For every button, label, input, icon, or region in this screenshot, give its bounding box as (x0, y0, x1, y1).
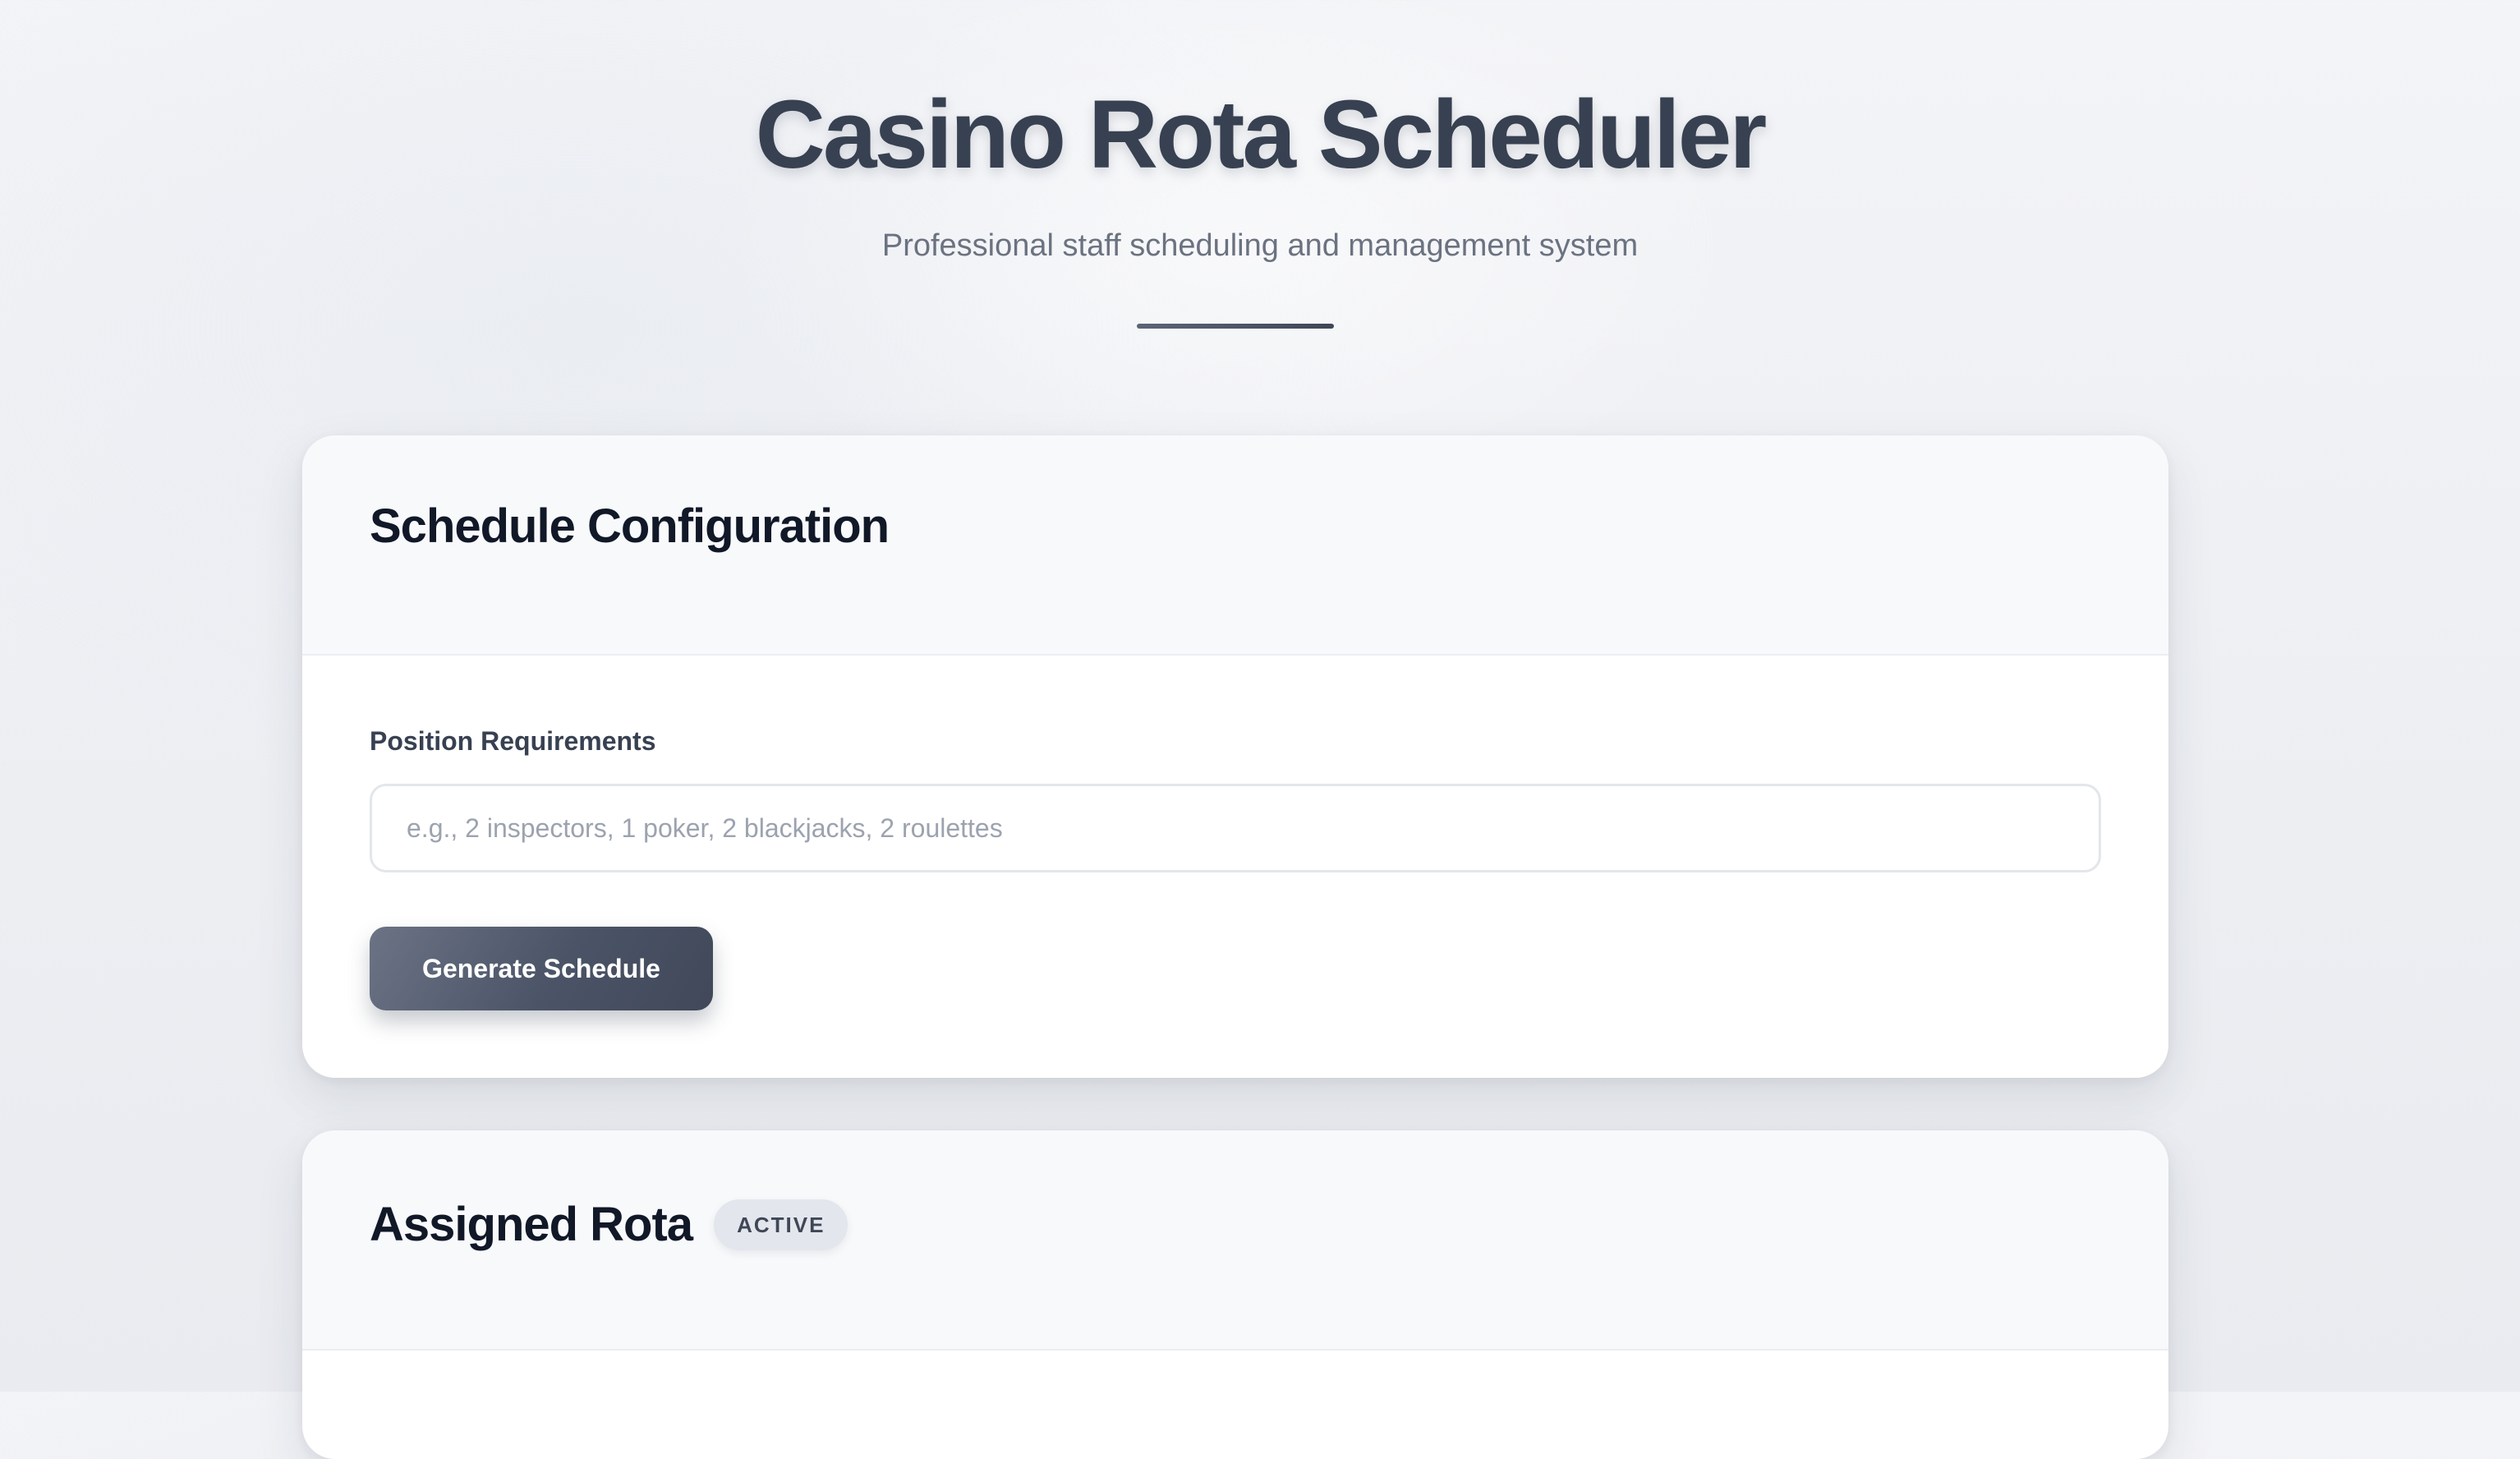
position-requirements-input[interactable] (370, 784, 2101, 872)
title-divider (1137, 324, 1334, 329)
page-title: Casino Rota Scheduler (755, 81, 1768, 189)
assigned-rota-title: Assigned Rota (370, 1198, 693, 1251)
status-badge: ACTIVE (714, 1199, 848, 1250)
page-subtitle: Professional staff scheduling and manage… (881, 228, 1639, 263)
generate-schedule-button[interactable]: Generate Schedule (370, 927, 713, 1010)
position-requirements-label: Position Requirements (370, 726, 656, 756)
assigned-rota-card: Assigned Rota ACTIVE (302, 1130, 2168, 1459)
schedule-configuration-title: Schedule Configuration (370, 499, 890, 553)
rota-title-row: Assigned Rota ACTIVE (370, 1196, 848, 1254)
